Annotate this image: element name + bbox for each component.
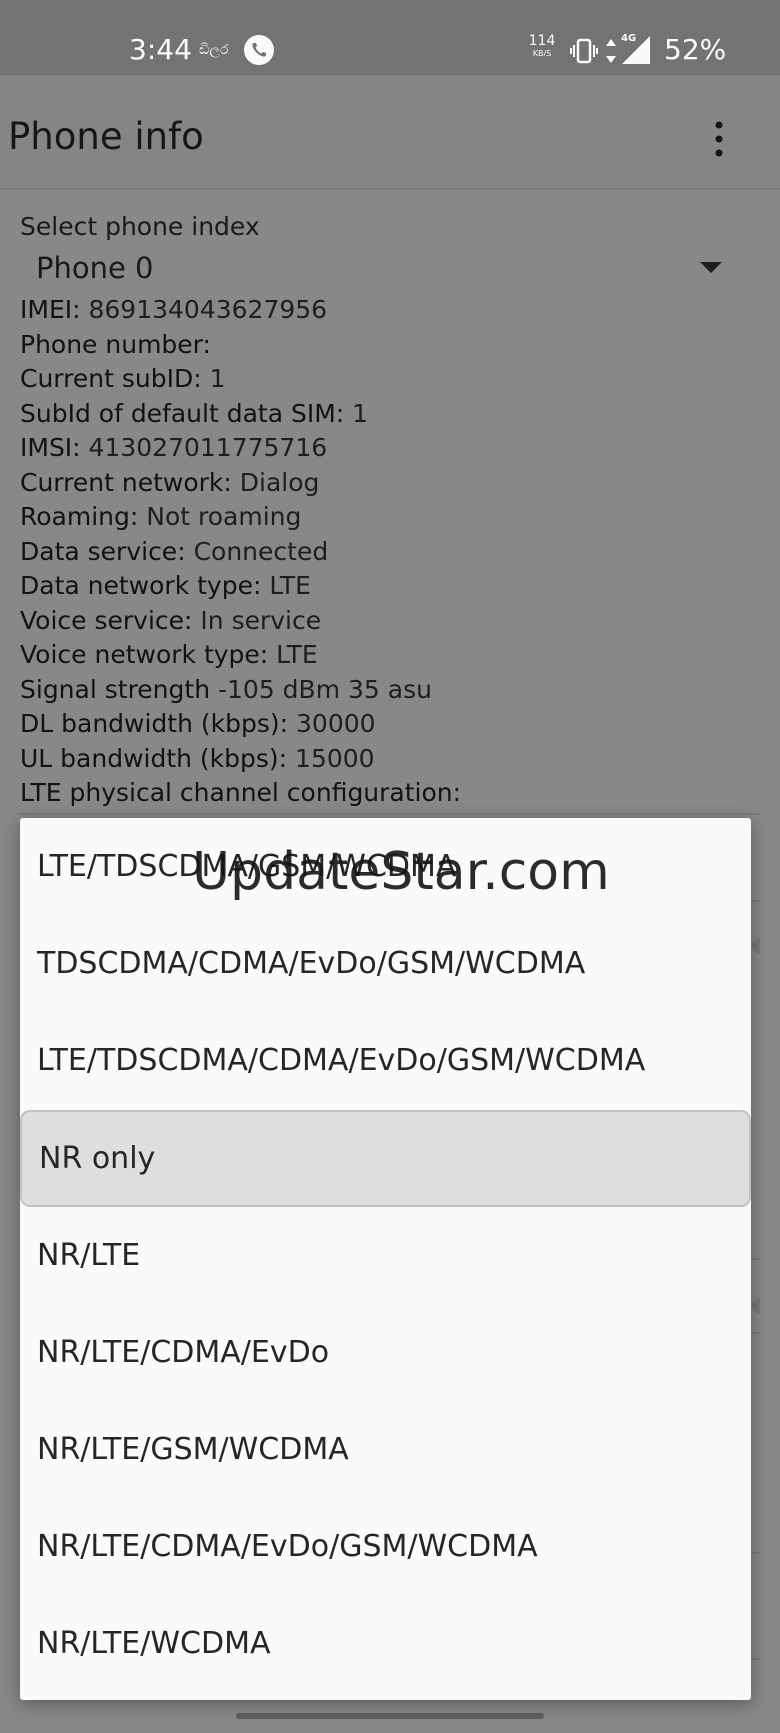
info-row-lte-channel-config: LTE physical channel configuration: — [20, 776, 760, 811]
info-row-default-data-subid: SubId of default data SIM: 1 — [20, 397, 760, 432]
info-value: In service — [192, 605, 322, 635]
info-label: Data network type: — [20, 571, 262, 600]
phone-index-value: Phone 0 — [36, 251, 154, 285]
info-label: SubId of default data SIM: — [20, 398, 345, 428]
info-label: Signal strength — [20, 674, 211, 704]
app-bar: Phone info — [0, 75, 780, 190]
info-row-dl-bandwidth: DL bandwidth (kbps): 30000 — [20, 707, 760, 742]
info-row-phone-number: Phone number: — [20, 328, 760, 363]
info-row-current-network: Current network: Dialog — [20, 466, 760, 501]
dropdown-option[interactable]: LTE/TDSCDMA/CDMA/EvDo/GSM/WCDMA — [20, 1012, 751, 1109]
status-bar: 3:44 ඩිලර 114 KB/S 4G 52% — [0, 0, 780, 75]
divider — [752, 1552, 760, 1554]
info-label: Voice service: — [20, 605, 193, 635]
info-value: 413027011775716 — [80, 433, 328, 462]
phone-call-icon — [244, 35, 274, 65]
dropdown-option[interactable]: NR/LTE/WCDMA — [20, 1595, 751, 1692]
info-label: IMSI: — [20, 433, 81, 462]
info-value: -105 dBm 35 asu — [210, 674, 432, 704]
info-value: 1 — [201, 364, 226, 393]
info-row-signal-strength: Signal strength -105 dBm 35 asu — [20, 673, 760, 708]
info-row-imsi: IMSI: 413027011775716 — [20, 431, 760, 466]
info-value: Connected — [185, 536, 329, 566]
info-row-roaming: Roaming: Not roaming — [20, 500, 760, 535]
info-row-imei: IMEI: 869134043627956 — [20, 293, 760, 328]
info-value: 869134043627956 — [80, 295, 328, 324]
info-label: LTE physical channel configuration: — [20, 778, 462, 807]
divider — [752, 1658, 760, 1660]
network-type-badge: 4G — [621, 33, 637, 44]
watermark: UpdateStar.com — [192, 842, 610, 902]
divider — [752, 900, 760, 902]
info-label: IMEI: — [20, 295, 81, 324]
net-speed-value: 114 — [528, 33, 556, 49]
select-phone-index-label: Select phone index — [20, 212, 260, 241]
info-row-ul-bandwidth: UL bandwidth (kbps): 15000 — [20, 742, 760, 777]
info-value: Dialog — [231, 467, 320, 497]
net-speed: 114 KB/S — [526, 34, 558, 58]
radio-button-edge — [752, 938, 760, 954]
radio-button-edge — [752, 1298, 760, 1314]
info-label: UL bandwidth (kbps): — [20, 743, 288, 773]
net-speed-unit: KB/S — [532, 49, 552, 58]
dropdown-option-selected[interactable]: NR only — [20, 1110, 751, 1207]
dropdown-option[interactable]: TDSCDMA/CDMA/EvDo/GSM/WCDMA — [20, 915, 751, 1012]
chevron-down-icon — [700, 262, 722, 273]
dropdown-option[interactable]: NR/LTE/GSM/WCDMA — [20, 1401, 751, 1498]
page-title: Phone info — [8, 115, 204, 158]
info-value: LTE — [261, 571, 311, 600]
info-list: IMEI: 869134043627956 Phone number: Curr… — [20, 293, 760, 811]
vibrate-icon — [570, 38, 598, 64]
battery-percent: 52% — [664, 33, 727, 66]
divider — [752, 1258, 760, 1260]
info-value: 15000 — [287, 743, 375, 773]
phone-index-select[interactable]: Phone 0 — [36, 248, 736, 290]
info-row-voice-network-type: Voice network type: LTE — [20, 638, 760, 673]
info-label: Current network: — [20, 467, 232, 497]
info-label: Voice network type: — [20, 640, 269, 669]
info-label: Current subID: — [20, 364, 202, 393]
data-arrows-icon — [606, 39, 616, 63]
info-value: 30000 — [288, 709, 376, 738]
info-label: Phone number: — [20, 329, 211, 359]
divider — [752, 1332, 760, 1334]
status-time: 3:44 — [129, 33, 192, 66]
info-value: LTE — [268, 640, 318, 669]
info-label: DL bandwidth (kbps): — [20, 709, 289, 738]
dropdown-option[interactable]: NR/LTE — [20, 1207, 751, 1304]
info-row-voice-service: Voice service: In service — [20, 604, 760, 639]
info-value: 1 — [344, 398, 369, 428]
info-label: Data service: — [20, 536, 186, 566]
info-row-data-service: Data service: Connected — [20, 535, 760, 570]
divider — [20, 813, 760, 815]
network-type-dropdown: LTE/TDSCDMA/GSM/WCDMA TDSCDMA/CDMA/EvDo/… — [20, 818, 751, 1700]
info-label: Roaming: — [20, 502, 139, 531]
gesture-nav-bar[interactable] — [236, 1713, 544, 1719]
dropdown-option[interactable]: NR/LTE/CDMA/EvDo/GSM/WCDMA — [20, 1498, 751, 1595]
status-carrier: ඩිලර — [199, 42, 229, 58]
info-row-data-network-type: Data network type: LTE — [20, 569, 760, 604]
info-value: Not roaming — [138, 502, 302, 531]
dropdown-option[interactable]: NR/LTE/CDMA/EvDo — [20, 1304, 751, 1401]
overflow-menu-icon[interactable] — [704, 119, 734, 159]
info-row-current-subid: Current subID: 1 — [20, 362, 760, 397]
